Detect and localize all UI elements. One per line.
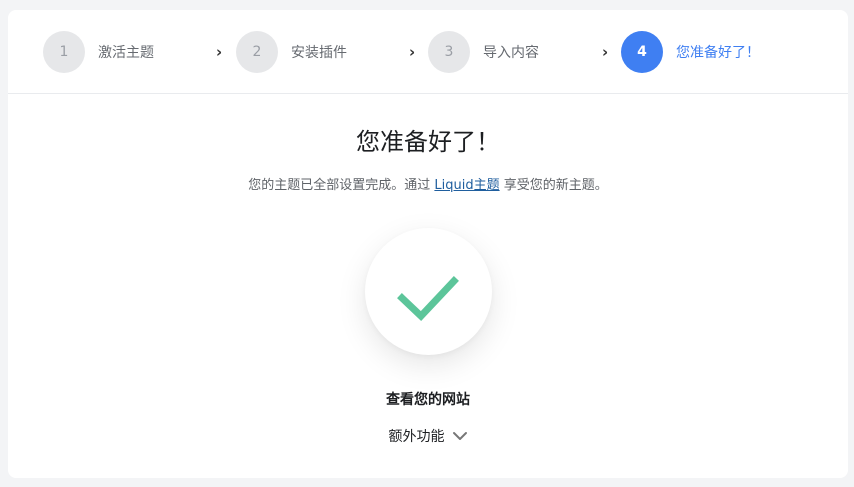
- step-label: 安装插件: [291, 45, 347, 61]
- step-activate-theme[interactable]: 1 激活主题: [43, 31, 154, 73]
- page-subtitle: 您的主题已全部设置完成。通过 Liquid主题 享受您的新主题。: [8, 174, 848, 193]
- checkmark-icon: [397, 276, 459, 321]
- chevron-right-icon: ›: [602, 43, 609, 61]
- step-number: 2: [236, 31, 278, 73]
- step-label: 导入内容: [483, 45, 539, 61]
- extras-toggle[interactable]: 额外功能: [8, 426, 848, 446]
- extras-label: 额外功能: [388, 429, 445, 445]
- success-badge: [365, 228, 492, 355]
- step-number: 1: [43, 31, 85, 73]
- chevron-right-icon: ›: [409, 43, 416, 61]
- chevron-right-icon: ›: [216, 43, 223, 61]
- step-label: 激活主题: [98, 45, 154, 61]
- step-install-plugins[interactable]: 2 安装插件: [236, 31, 347, 73]
- step-number: 4: [621, 31, 663, 73]
- step-ready[interactable]: 4 您准备好了！: [621, 31, 760, 73]
- chevron-down-icon: [452, 432, 467, 440]
- subtitle-text-after: 享受您的新主题。: [499, 178, 608, 193]
- theme-link[interactable]: Liquid主题: [434, 178, 499, 193]
- step-number: 3: [428, 31, 470, 73]
- page-title: 您准备好了！: [356, 128, 500, 156]
- view-site-link[interactable]: 查看您的网站: [8, 389, 848, 409]
- subtitle-text-before: 您的主题已全部设置完成。通过: [248, 178, 435, 193]
- step-label: 您准备好了！: [676, 45, 760, 61]
- step-import-content[interactable]: 3 导入内容: [428, 31, 539, 73]
- setup-wizard-card: 1 激活主题 › 2 安装插件 › 3 导入内容 › 4 您准备好了！ 您准备好…: [8, 10, 848, 478]
- wizard-steps: 1 激活主题 › 2 安装插件 › 3 导入内容 › 4 您准备好了！: [8, 10, 848, 94]
